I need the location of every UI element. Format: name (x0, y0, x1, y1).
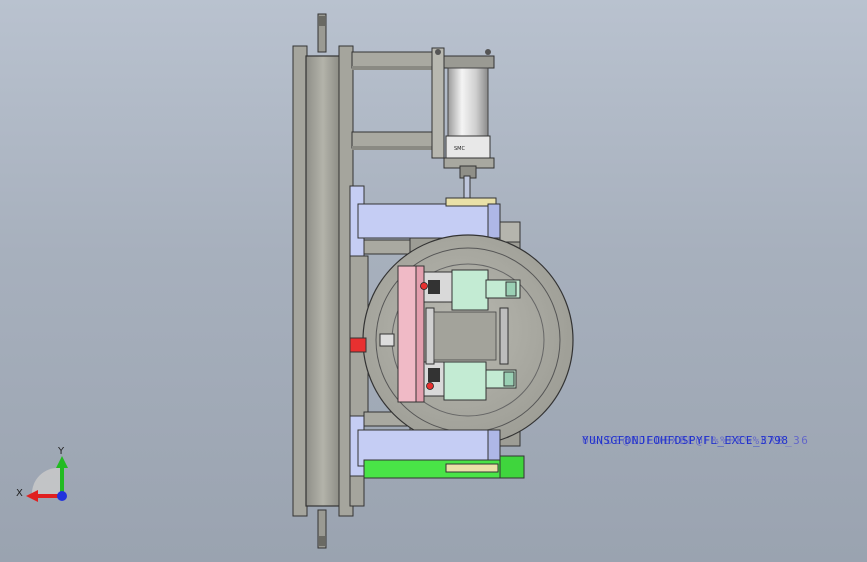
coordinate-triad[interactable]: Y X (16, 446, 68, 502)
middle-rod-upper (363, 239, 415, 255)
gripper-assembly (420, 269, 521, 401)
pink-mount-plate (397, 265, 425, 403)
cad-model-view[interactable]: SMC Y X (0, 0, 867, 562)
main-frame-plate (305, 55, 341, 507)
z-axis-dot-icon (57, 491, 67, 501)
air-cylinder: SMC (431, 47, 495, 199)
x-axis-label: X (16, 488, 23, 499)
svg-text:SMC: SMC (454, 146, 465, 152)
y-axis-label: Y (57, 446, 65, 457)
graphics-viewport[interactable]: SMC Y X 0%(DE@EDEDEXBE@F%%FE%%EXB_36 YUN… (0, 0, 867, 562)
red-stop-block (349, 337, 367, 353)
top-bolt (317, 13, 327, 53)
back-plate-left (292, 45, 308, 517)
upper-guide-rods (351, 51, 435, 150)
upper-blue-arm (357, 197, 501, 239)
bottom-bolt (317, 509, 327, 549)
overlay-text-annotation: YUNSGFDNJFOHFDSPYFL_EXCE_3798 (582, 434, 789, 447)
